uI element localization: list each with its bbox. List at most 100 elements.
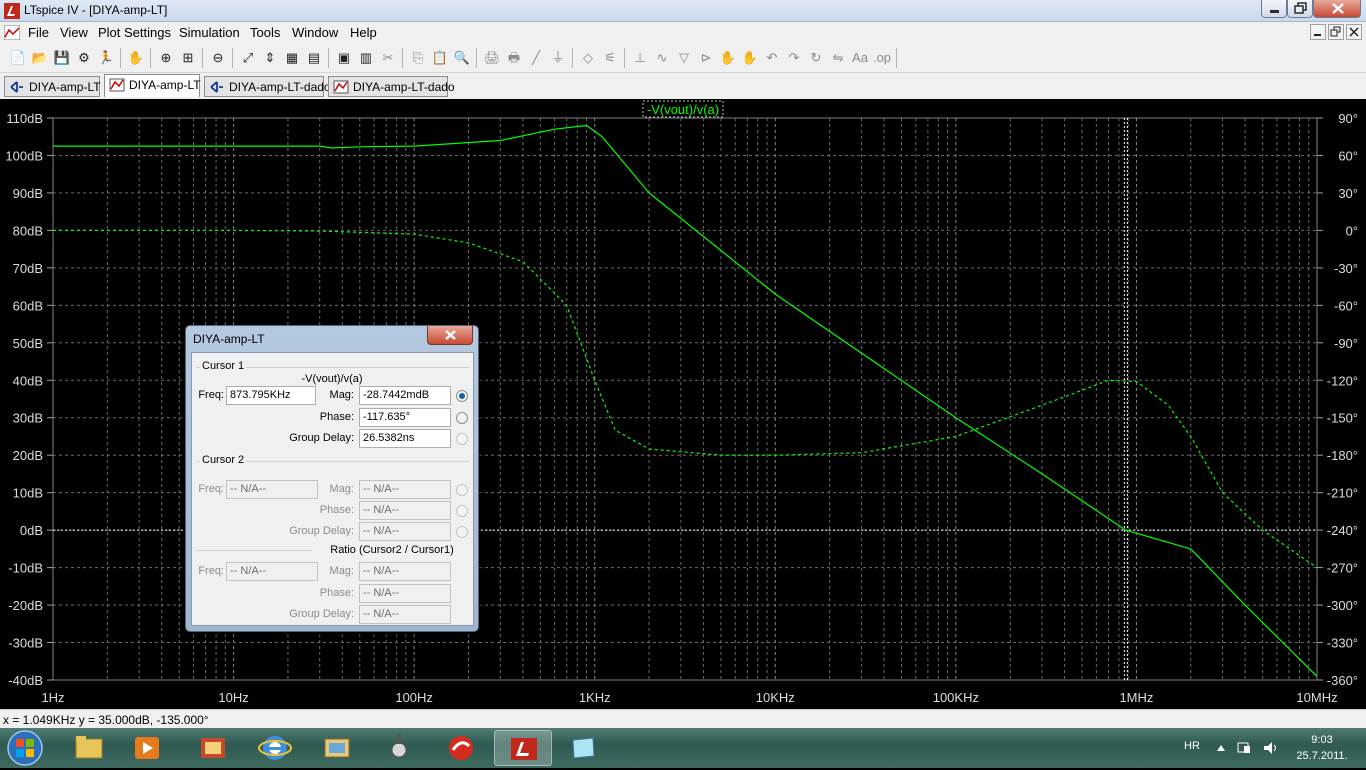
zoom-out-icon[interactable]: ⊖ [208,48,228,68]
mdi-close-button[interactable] [1346,24,1362,40]
dialog-close-button[interactable] [427,326,473,345]
menu-help[interactable]: Help [350,25,377,40]
tab-waveform-diya-amp-lt[interactable]: DIYA-amp-LT [104,74,201,97]
y-tick-label-db: 50dB [13,336,43,351]
copy-icon[interactable]: ⎘ [408,48,428,68]
mdi-minimize-button[interactable] [1310,24,1326,40]
close-icon [1349,27,1359,37]
taskbar-antivirus-button[interactable] [432,730,490,766]
zoom-area-icon[interactable]: ⊞ [178,48,198,68]
menu-window[interactable]: Window [292,25,338,40]
cursor1-expression: -V(vout)/v(a) [301,373,363,385]
ratio-phase-field: -- N/A-- [359,584,451,603]
cursor1-delay-field[interactable]: 26.5382ns [359,429,451,448]
redo-icon[interactable]: ↷ [784,48,804,68]
y-tick-label-db: 20dB [13,448,43,463]
close-button[interactable] [1313,0,1361,18]
menu-tools[interactable]: Tools [250,25,280,40]
tray-icons[interactable] [1214,740,1284,756]
start-button-icon[interactable] [4,729,46,767]
print-setup-icon[interactable]: 🖨 [482,48,502,68]
cursor1-mag-radio[interactable] [456,390,468,402]
cursor-dialog[interactable]: DIYA-amp-LT Cursor 1 -V(vout)/v(a) Freq:… [185,325,479,632]
mirror-icon[interactable]: ⇋ [828,48,848,68]
dialog-title: DIYA-amp-LT [193,332,265,346]
y-tick-label-db: 10dB [13,486,43,501]
taskbar-app-button[interactable] [308,730,366,766]
toolbar-separator [572,48,573,68]
taskbar-ltspice-button[interactable] [494,730,552,766]
move-icon[interactable]: ✋ [718,48,738,68]
save-icon[interactable]: 💾 [52,48,72,68]
autorange-icon[interactable]: ⇕ [260,48,280,68]
taskbar-tool-button[interactable] [370,730,428,766]
ltspice-logo-icon [4,3,20,19]
cursor1-freq-field[interactable]: 873.795KHz [226,386,316,405]
minimize-button[interactable] [1261,0,1287,18]
taskbar-media-player-button[interactable] [118,730,176,766]
language-indicator[interactable]: HR [1184,740,1200,752]
cursor1-phase-field[interactable]: -117.635° [359,408,451,427]
spice-directive-icon[interactable]: .op [872,48,892,68]
cascade-icon[interactable]: ▣ [334,48,354,68]
cursor1-phase-radio[interactable] [456,412,468,424]
cursor1-mag-field[interactable]: -28.7442mdB [359,386,451,405]
menu-view[interactable]: View [60,25,88,40]
undo-icon[interactable]: ↶ [762,48,782,68]
cursor2-freq-label: Freq: [198,483,224,495]
tab-label: DIYA-amp-LT-dado [229,80,331,94]
tab-schematic-diya-amp-lt[interactable]: DIYA-amp-LT [4,76,101,97]
y-tick-label-db: 90dB [13,186,43,201]
clock-date[interactable]: 25.7.2011. [1292,750,1352,762]
rotate-icon[interactable]: ↻ [806,48,826,68]
toolbar-separator [328,48,329,68]
drag-icon[interactable]: ✋ [740,48,760,68]
diode-icon[interactable]: ▽ [674,48,694,68]
open-icon[interactable]: 📂 [30,48,50,68]
text-icon[interactable]: Aa [850,48,870,68]
tile-horizontal-icon[interactable]: ▤ [304,48,324,68]
inductor-icon[interactable]: ∿ [652,48,672,68]
print-icon[interactable]: 🖶 [504,48,524,68]
clock-time[interactable]: 9:03 [1292,734,1352,746]
cursor1-delay-radio[interactable] [456,433,468,445]
wire-icon[interactable]: ╱ [526,48,546,68]
cursor2-mag-radio [456,484,468,496]
mdi-restore-button[interactable] [1328,24,1344,40]
menu-file[interactable]: File [28,25,49,40]
label-icon[interactable]: ◇ [578,48,598,68]
taskbar-app2-button[interactable] [554,730,612,766]
capacitor-icon[interactable]: ⊥ [630,48,650,68]
control-panel-icon[interactable]: ⚙ [74,48,94,68]
menu-plot-settings[interactable]: Plot Settings [98,25,171,40]
restore-button[interactable] [1287,0,1313,18]
taskbar-ie-button[interactable] [246,730,304,766]
taskbar-installer-button[interactable] [184,730,242,766]
toolbar-separator [120,48,121,68]
y-tick-label-phase: -270° [1327,561,1358,576]
component-icon[interactable]: ⊳ [696,48,716,68]
tab-label: DIYA-amp-LT [29,80,101,94]
menu-simulation[interactable]: Simulation [179,25,240,40]
new-schematic-icon[interactable]: 📄 [8,48,28,68]
resistor-icon[interactable]: ⚟ [600,48,620,68]
antivirus-icon [449,736,473,760]
taskbar-explorer-button[interactable] [60,730,118,766]
tab-bar: DIYA-amp-LT DIYA-amp-LT DIYA-amp-LT-dado… [0,73,1366,99]
find-icon[interactable]: 🔍 [452,48,472,68]
ground-icon[interactable]: ⏚ [548,48,568,68]
paste-icon[interactable]: 📋 [430,48,450,68]
tab-label: DIYA-amp-LT [129,78,201,92]
grid-icon[interactable]: ▦ [282,48,302,68]
tile-vertical-icon[interactable]: ▥ [356,48,376,68]
tab-waveform-diya-amp-lt-dado[interactable]: DIYA-amp-LT-dado [328,76,455,97]
zoom-fit-icon[interactable]: ⤢ [238,48,258,68]
cursor2-delay-field: -- N/A-- [359,522,451,541]
pan-icon[interactable]: ✋ [126,48,146,68]
waveform-doc-icon[interactable] [4,25,20,40]
y-tick-label-phase: -210° [1327,486,1358,501]
zoom-in-icon[interactable]: ⊕ [156,48,176,68]
run-icon[interactable]: 🏃 [96,48,116,68]
cut-icon[interactable]: ✂ [378,48,398,68]
tab-schematic-diya-amp-lt-dado[interactable]: DIYA-amp-LT-dado [204,76,331,97]
